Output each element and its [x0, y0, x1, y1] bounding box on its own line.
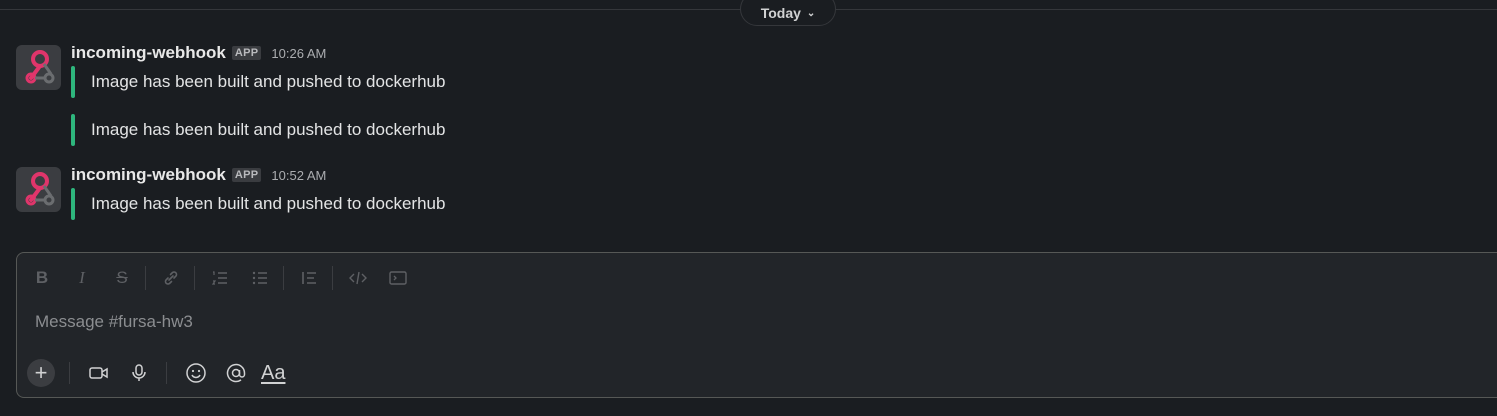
timestamp[interactable]: 10:26 AM [271, 46, 326, 61]
avatar[interactable] [16, 45, 61, 90]
code-block-icon[interactable] [385, 265, 411, 291]
toolbar-separator [283, 266, 284, 290]
sender-name[interactable]: incoming-webhook [71, 43, 226, 63]
formatting-toolbar: B I S [29, 265, 425, 291]
plus-icon[interactable]: + [27, 359, 55, 387]
attachment-color-bar [71, 188, 75, 220]
date-divider-button[interactable]: Today ⌄ [740, 0, 836, 26]
video-icon[interactable] [84, 358, 114, 388]
italic-icon[interactable]: I [69, 265, 95, 291]
strikethrough-icon[interactable]: S [109, 265, 135, 291]
toolbar-separator [69, 362, 70, 384]
chevron-down-icon: ⌄ [806, 7, 816, 19]
date-divider-label: Today [760, 5, 801, 21]
app-badge: APP [231, 46, 262, 60]
bulleted-list-icon[interactable] [247, 265, 273, 291]
app-badge: APP [231, 168, 262, 182]
ordered-list-icon[interactable] [207, 265, 233, 291]
message-header: incoming-webhook APP 10:26 AM [71, 43, 326, 63]
code-icon[interactable] [345, 265, 371, 291]
toolbar-separator [145, 266, 146, 290]
bold-icon[interactable]: B [29, 265, 55, 291]
webhook-icon [25, 172, 55, 206]
avatar[interactable] [16, 167, 61, 212]
link-icon[interactable] [158, 265, 184, 291]
attachment-text: Image has been built and pushed to docke… [91, 120, 446, 139]
attachment: Image has been built and pushed to docke… [71, 188, 445, 220]
toolbar-separator [194, 266, 195, 290]
formatting-aa-icon[interactable]: Aa [261, 358, 285, 388]
attachment-color-bar [71, 114, 75, 146]
timestamp[interactable]: 10:52 AM [271, 168, 326, 183]
message-input[interactable] [33, 311, 937, 333]
composer-actions: + Aa [27, 357, 295, 389]
toolbar-separator [332, 266, 333, 290]
formatting-aa-label: Aa [261, 361, 286, 384]
emoji-icon[interactable] [181, 358, 211, 388]
mention-icon[interactable] [221, 358, 251, 388]
sender-name[interactable]: incoming-webhook [71, 165, 226, 185]
attachment: Image has been built and pushed to docke… [71, 114, 445, 146]
message-header: incoming-webhook APP 10:52 AM [71, 165, 326, 185]
message-composer: B I S + [16, 252, 1497, 398]
attachment-color-bar [71, 66, 75, 98]
microphone-icon[interactable] [124, 358, 154, 388]
attachment-text: Image has been built and pushed to docke… [91, 194, 446, 213]
toolbar-separator [166, 362, 167, 384]
blockquote-icon[interactable] [296, 265, 322, 291]
attachment: Image has been built and pushed to docke… [71, 66, 445, 98]
attachment-text: Image has been built and pushed to docke… [91, 72, 446, 91]
webhook-icon [25, 50, 55, 84]
